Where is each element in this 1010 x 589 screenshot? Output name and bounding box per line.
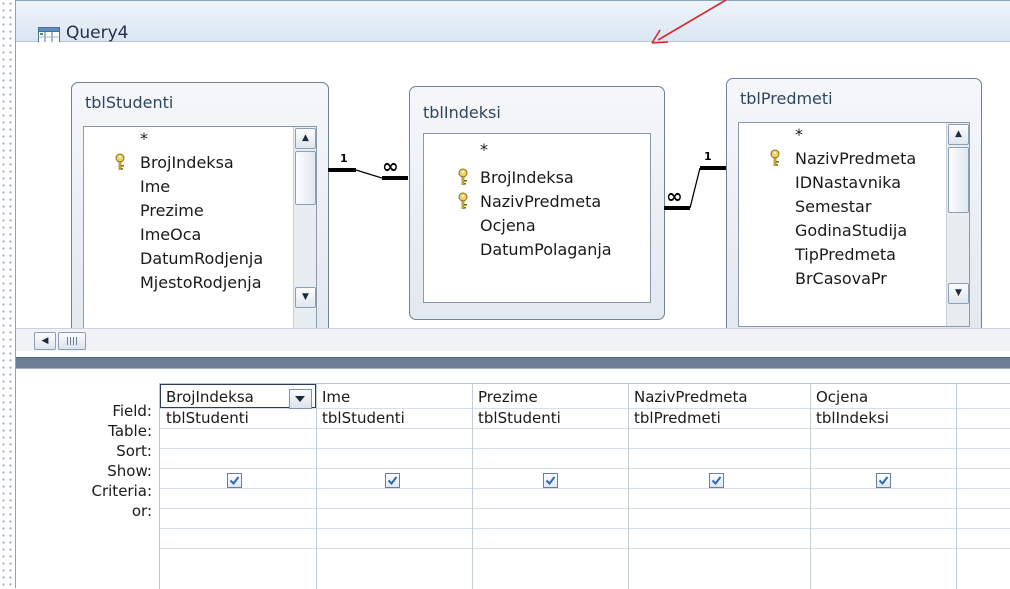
window-titlebar: Query4 [16,1,1010,43]
join-one-label: 1 [704,150,712,163]
join-one-label: 1 [340,152,348,165]
join-line-indeksi-predmeti[interactable]: ∞ 1 [664,150,726,210]
grip-icon [67,337,77,345]
query-icon [38,27,60,43]
row-label-criteria: Criteria: [91,482,153,500]
design-surface-edge [0,0,14,587]
row-label-sort: Sort: [116,442,152,460]
show-checkbox[interactable] [227,473,242,488]
pane-splitter[interactable] [16,357,1010,369]
grid-column[interactable]: BrojIndeksa tblStudenti [160,384,316,548]
grid-column[interactable]: Prezime tblStudenti [473,384,628,548]
show-checkbox[interactable] [709,473,724,488]
grid-column[interactable]: NazivPredmeta tblPredmeti [629,384,810,548]
row-label-table: Table: [108,422,152,440]
horizontal-scrollbar[interactable]: ◀ [16,328,1010,351]
table-cell[interactable]: tblStudenti [322,407,405,429]
design-grid: BrojIndeksa tblStudenti Ime tblStudenti … [159,383,1010,589]
table-cell[interactable]: tblPredmeti [634,407,721,429]
join-line-studenti-indeksi[interactable]: 1 ∞ [328,152,408,180]
row-label-field: Field: [112,402,152,420]
show-checkbox[interactable] [876,473,891,488]
query-design-window: Query4 tblStudenti * BrojIndeksa Ime Pre… [15,0,1010,589]
field-cell[interactable]: Prezime [478,386,538,408]
table-cell[interactable]: tblIndeksi [816,407,889,429]
table-cell[interactable]: tblStudenti [166,407,249,429]
field-cell[interactable]: Ime [322,386,350,408]
row-label-show: Show: [107,462,152,480]
grid-column[interactable]: Ime tblStudenti [317,384,472,548]
field-cell[interactable]: BrojIndeksa [166,386,254,408]
table-diagram-pane[interactable]: tblStudenti * BrojIndeksa Ime Prezime Im… [16,42,1010,344]
join-many-label: ∞ [382,154,399,178]
show-checkbox[interactable] [543,473,558,488]
grid-column[interactable]: Ocjena tblIndeksi [811,384,956,548]
scroll-thumb[interactable] [58,332,86,350]
query-design-grid-pane: Field: Table: Sort: Show: Criteria: or: … [16,369,1010,589]
check-icon [229,476,240,486]
row-label-or: or: [131,502,152,520]
check-icon [878,476,889,486]
show-checkbox[interactable] [385,473,400,488]
join-many-label: ∞ [666,184,683,208]
field-cell[interactable]: NazivPredmeta [634,386,748,408]
field-cell[interactable]: Ocjena [816,386,868,408]
scroll-left-icon[interactable]: ◀ [34,332,56,350]
chevron-down-icon [295,396,305,402]
check-icon [387,476,398,486]
check-icon [711,476,722,486]
dropdown-button[interactable] [289,389,312,409]
relationship-lines: 1 ∞ ∞ 1 [328,150,726,210]
check-icon [545,476,556,486]
table-cell[interactable]: tblStudenti [478,407,561,429]
grid-column-empty[interactable] [957,384,1010,548]
window-title: Query4 [66,23,129,43]
